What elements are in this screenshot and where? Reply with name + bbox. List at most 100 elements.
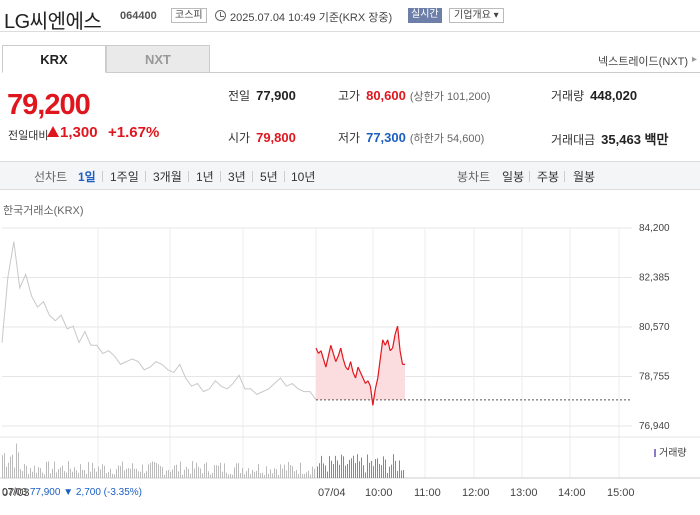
volume-bar bbox=[124, 470, 125, 478]
volume-bar bbox=[14, 467, 15, 478]
volume-bar bbox=[44, 474, 45, 478]
volume-bar bbox=[302, 473, 303, 478]
volume-bar bbox=[50, 473, 51, 478]
volume-bar bbox=[323, 463, 324, 478]
volume-bar bbox=[355, 463, 356, 478]
volume-bar bbox=[76, 470, 77, 478]
volume-bar bbox=[18, 452, 19, 478]
x-tick-label: 14:00 bbox=[558, 487, 586, 499]
volume-bar bbox=[391, 464, 392, 478]
volume-bar bbox=[116, 469, 117, 478]
volume-bar bbox=[270, 469, 271, 478]
prev-day-close: 77,900 bbox=[29, 487, 61, 498]
volume-bar bbox=[106, 473, 107, 478]
prev-day-info: 07/03 77,900 ▼ 2,700 (-3.35%) bbox=[2, 487, 142, 498]
volume-bar bbox=[304, 474, 305, 478]
volume-bar bbox=[264, 474, 265, 478]
volume-bar bbox=[236, 463, 237, 478]
volume-bar bbox=[118, 465, 119, 478]
volume-bar bbox=[371, 460, 372, 478]
y-tick-label: 76,940 bbox=[639, 421, 670, 432]
volume-bar bbox=[367, 454, 368, 478]
volume-bar bbox=[22, 471, 23, 478]
volume-bar bbox=[174, 465, 175, 478]
volume-bar bbox=[46, 461, 47, 478]
volume-bar bbox=[72, 471, 73, 478]
volume-bar bbox=[170, 471, 171, 478]
y-tick-label: 80,570 bbox=[639, 322, 670, 333]
volume-bar bbox=[397, 470, 398, 478]
volume-bar bbox=[104, 465, 105, 478]
volume-bar bbox=[333, 464, 334, 478]
prev-day-rate: (-3.35%) bbox=[103, 487, 143, 498]
volume-bar bbox=[182, 474, 183, 478]
volume-bar bbox=[341, 454, 342, 478]
volume-bar bbox=[204, 463, 205, 478]
volume-bar bbox=[164, 474, 165, 478]
chart-grid bbox=[0, 227, 700, 479]
volume-bar bbox=[194, 468, 195, 478]
x-tick-label: 07/04 bbox=[318, 487, 346, 499]
volume-bar bbox=[383, 456, 384, 478]
volume-bar bbox=[142, 464, 143, 478]
volume-bars bbox=[2, 443, 404, 478]
volume-bar bbox=[278, 474, 279, 478]
volume-bar bbox=[68, 461, 69, 478]
volume-bar bbox=[294, 471, 295, 478]
volume-bar bbox=[92, 462, 93, 478]
volume-bar bbox=[82, 470, 83, 478]
volume-bar bbox=[42, 472, 43, 478]
price-chart[interactable]: 84,200 82,385 80,570 78,755 76,940 07/03 07/04… bbox=[0, 0, 700, 515]
x-tick-label: 12:00 bbox=[462, 487, 490, 499]
volume-bar bbox=[8, 462, 9, 478]
volume-bar bbox=[90, 471, 91, 478]
volume-bar bbox=[351, 458, 352, 478]
volume-bar bbox=[359, 461, 360, 478]
volume-bar bbox=[128, 468, 129, 478]
volume-bar bbox=[258, 463, 259, 478]
volume-bar bbox=[250, 474, 251, 478]
volume-legend: 거래량 bbox=[654, 444, 687, 459]
volume-bar bbox=[206, 462, 207, 478]
volume-bar bbox=[172, 469, 173, 478]
volume-bar bbox=[140, 471, 141, 478]
volume-bar bbox=[220, 462, 221, 478]
volume-bar bbox=[188, 468, 189, 478]
volume-bar bbox=[399, 460, 400, 478]
volume-bar bbox=[246, 471, 247, 478]
volume-bar bbox=[12, 454, 13, 478]
volume-bar bbox=[208, 471, 209, 478]
volume-bar bbox=[365, 472, 366, 478]
volume-bar bbox=[186, 466, 187, 478]
volume-bar bbox=[56, 472, 57, 478]
volume-bar bbox=[327, 471, 328, 478]
volume-bar bbox=[122, 461, 123, 478]
volume-bar bbox=[130, 468, 131, 478]
volume-bar bbox=[312, 466, 313, 478]
volume-bar bbox=[373, 466, 374, 478]
volume-bar bbox=[60, 467, 61, 478]
volume-bar bbox=[112, 473, 113, 478]
volume-bar bbox=[353, 455, 354, 478]
volume-bar bbox=[40, 468, 41, 478]
volume-bar bbox=[345, 465, 346, 478]
volume-bar bbox=[98, 466, 99, 478]
volume-bar bbox=[300, 462, 301, 478]
volume-bar bbox=[389, 466, 390, 478]
volume-bar bbox=[58, 469, 59, 478]
volume-bar bbox=[196, 462, 197, 478]
volume-bar bbox=[154, 462, 155, 478]
volume-bar bbox=[86, 473, 87, 478]
volume-bar bbox=[190, 473, 191, 478]
volume-bar bbox=[276, 469, 277, 478]
volume-bar bbox=[393, 454, 394, 478]
y-tick-label: 78,755 bbox=[639, 372, 670, 383]
y-tick-label: 82,385 bbox=[639, 273, 670, 284]
prev-close-area bbox=[316, 326, 405, 400]
volume-bar bbox=[357, 454, 358, 478]
volume-bar bbox=[363, 465, 364, 478]
volume-bar bbox=[306, 472, 307, 478]
volume-bar bbox=[369, 462, 370, 478]
volume-bar bbox=[36, 472, 37, 478]
volume-bar bbox=[28, 473, 29, 478]
